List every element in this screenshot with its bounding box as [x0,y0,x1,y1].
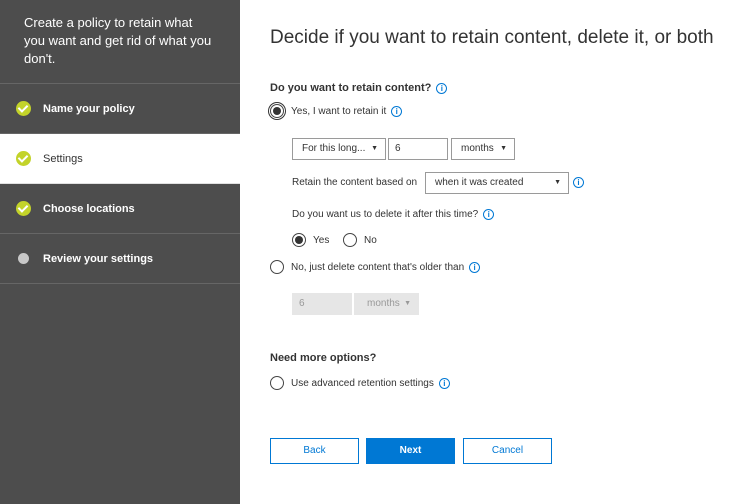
delete-yes-radio[interactable] [292,233,306,247]
step-settings[interactable]: Settings [0,134,240,184]
based-on-label: Retain the content based on [292,177,418,188]
retain-yes-option[interactable]: Yes, I want to retain it i [270,104,403,118]
checkmark-icon [16,151,31,166]
duration-select[interactable]: For this long... ▼ [292,138,386,160]
step-label: Choose locations [43,202,135,215]
retain-no-option[interactable]: No, just delete content that's older tha… [270,260,481,274]
page-title: Decide if you want to retain content, de… [270,27,714,48]
back-button[interactable]: Back [270,438,359,464]
delete-question-text: Do you want us to delete it after this t… [292,209,479,221]
older-value-input[interactable]: 6 [292,293,352,315]
cancel-button[interactable]: Cancel [463,438,552,464]
delete-no-option[interactable]: No [343,233,377,247]
retain-no-radio[interactable] [270,260,284,274]
older-unit-select[interactable]: months ▼ [354,293,419,315]
step-review-your-settings[interactable]: Review your settings [0,234,240,284]
pending-dot-icon [18,253,29,264]
wizard-sidebar: Create a policy to retain what you want … [0,0,240,504]
next-button[interactable]: Next [366,438,455,464]
checkmark-icon [16,201,31,216]
duration-unit-select[interactable]: months ▼ [451,138,515,160]
delete-question-label: Do you want us to delete it after this t… [292,209,495,221]
retain-question-text: Do you want to retain content? [270,82,432,94]
based-on-select[interactable]: when it was created ▼ [425,172,569,194]
dropdown-arrow-icon: ▼ [404,300,411,307]
advanced-label: Use advanced retention settings [291,377,434,389]
duration-value-input[interactable]: 6 [388,138,448,160]
based-on-select-value: when it was created [435,177,524,188]
retain-yes-radio[interactable] [270,104,284,118]
retain-question-label: Do you want to retain content? i [270,82,448,94]
dropdown-arrow-icon: ▼ [554,179,561,186]
more-options-label: Need more options? [270,352,377,364]
retain-no-label: No, just delete content that's older tha… [291,261,465,273]
delete-no-radio[interactable] [343,233,357,247]
info-icon[interactable]: i [573,177,584,188]
step-label: Name your policy [43,102,135,115]
info-icon[interactable]: i [391,105,403,117]
retain-yes-label: Yes, I want to retain it [291,105,387,117]
sidebar-header: Create a policy to retain what you want … [0,0,240,84]
main-content: Decide if you want to retain content, de… [270,0,750,504]
delete-no-label: No [364,234,377,246]
advanced-radio[interactable] [270,376,284,390]
info-icon[interactable]: i [469,261,481,273]
dropdown-arrow-icon: ▼ [371,145,378,152]
duration-select-value: For this long... [302,143,366,154]
checkmark-icon [16,101,31,116]
dropdown-arrow-icon: ▼ [500,145,507,152]
delete-yes-option[interactable]: Yes [292,233,329,247]
step-choose-locations[interactable]: Choose locations [0,184,240,234]
info-icon[interactable]: i [436,82,448,94]
step-name-your-policy[interactable]: Name your policy [0,84,240,134]
info-icon[interactable]: i [483,209,495,220]
duration-unit-value: months [461,143,494,154]
info-icon[interactable]: i [438,377,450,389]
delete-yes-label: Yes [313,234,330,246]
advanced-option[interactable]: Use advanced retention settings i [270,376,450,390]
step-label: Review your settings [43,252,154,265]
step-label: Settings [43,152,83,165]
older-unit-value: months [367,298,400,309]
